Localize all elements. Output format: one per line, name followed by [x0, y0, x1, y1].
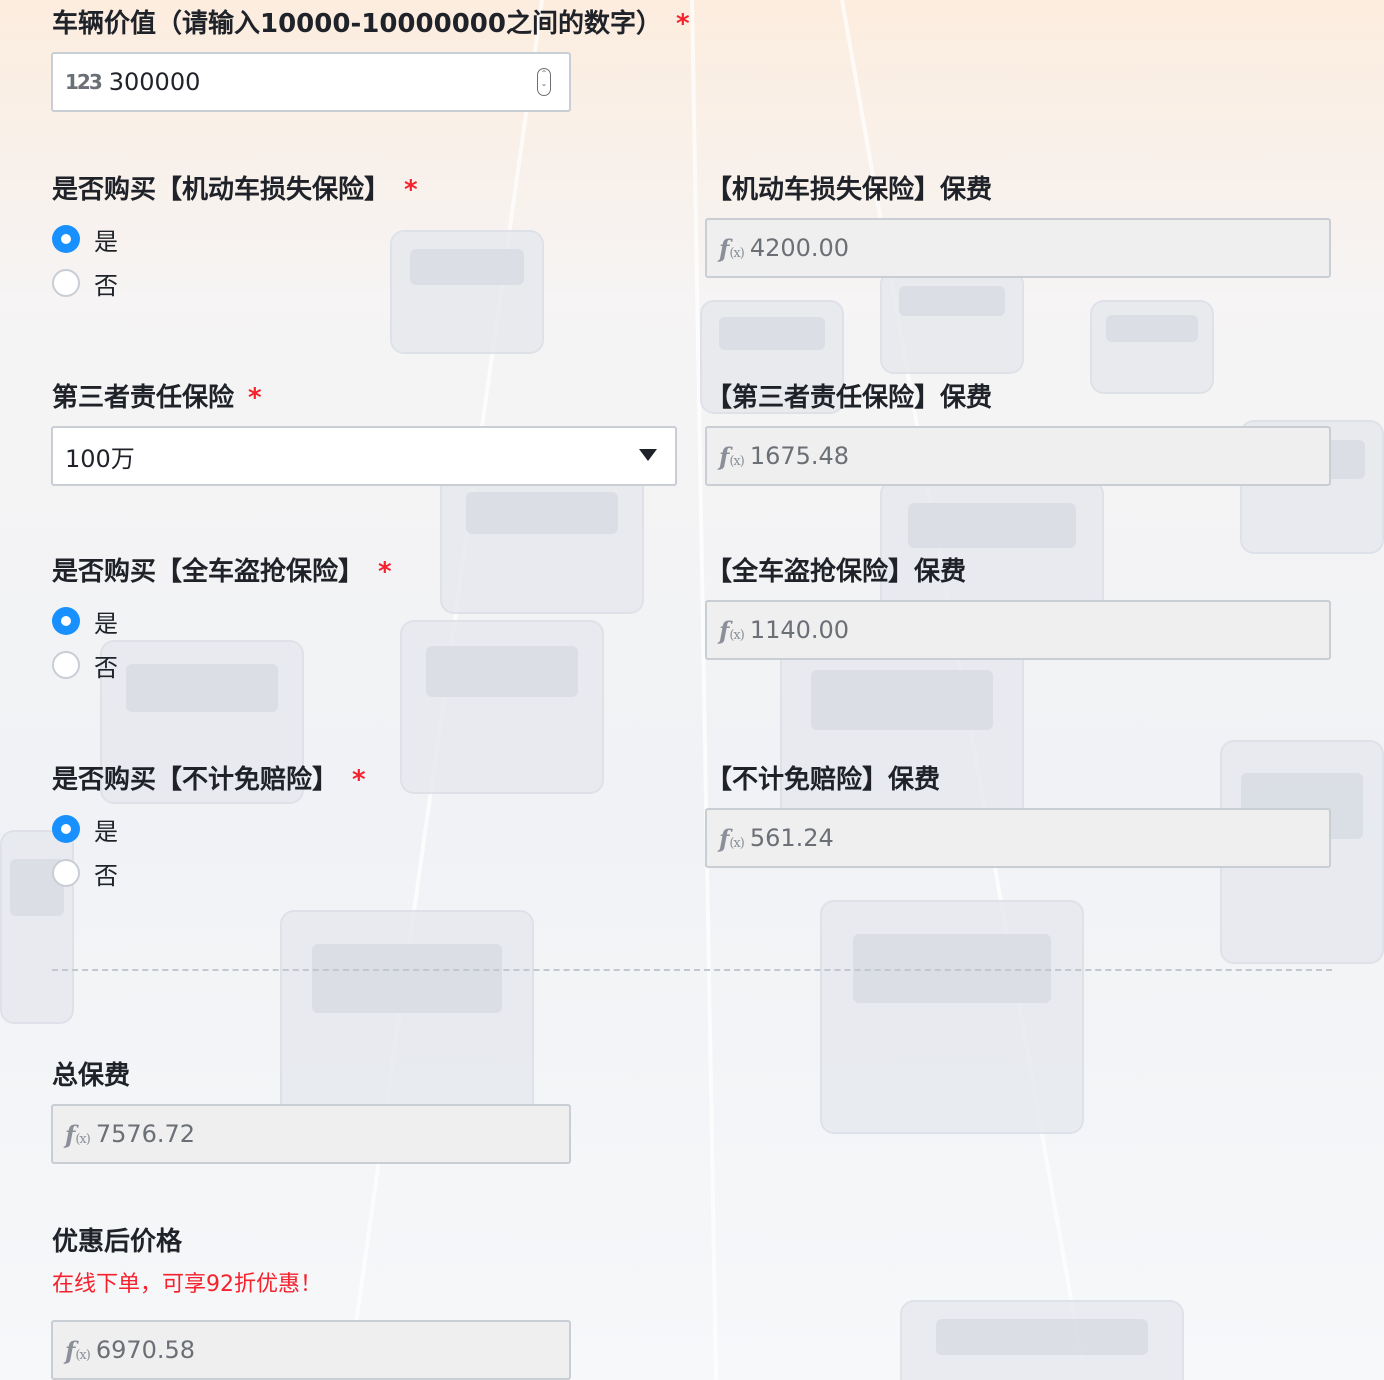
required-mark: *: [352, 765, 366, 795]
theft-option-no[interactable]: 否: [52, 645, 118, 685]
deductible-premium-label: 【不计免赔险】保费: [706, 765, 941, 795]
fx-formula-icon: f(x): [65, 1119, 91, 1149]
radio-unchecked-icon[interactable]: [52, 651, 80, 679]
third-party-selected-value: 100万: [65, 444, 135, 473]
third-party-label: 第三者责任保险 *: [52, 383, 262, 413]
required-mark: *: [404, 175, 418, 205]
section-divider: [52, 969, 1332, 971]
discount-promo-text: 在线下单，可享92折优惠！: [52, 1272, 322, 1297]
vehicle-damage-option-yes[interactable]: 是: [52, 219, 118, 259]
radio-unchecked-icon[interactable]: [52, 859, 80, 887]
deductible-option-yes[interactable]: 是: [52, 809, 118, 849]
deductible-option-no[interactable]: 否: [52, 853, 118, 893]
number-stepper-icon[interactable]: ⌃ ⌄: [537, 68, 551, 96]
fx-formula-icon: f(x): [719, 233, 745, 263]
123-number-icon: 123: [65, 70, 103, 94]
discount-price-field: f(x) 6970.58: [51, 1320, 571, 1380]
vehicle-damage-label: 是否购买【机动车损失保险】 *: [52, 175, 418, 205]
insurance-form: 车辆价值（请输入10000-10000000之间的数字） * 123 300000…: [0, 0, 1384, 1380]
total-premium-field: f(x) 7576.72: [51, 1104, 571, 1164]
radio-unchecked-icon[interactable]: [52, 269, 80, 297]
fx-formula-icon: f(x): [719, 441, 745, 471]
deductible-premium-field: f(x) 561.24: [705, 808, 1331, 868]
vehicle-damage-premium-field: f(x) 4200.00: [705, 218, 1331, 278]
required-mark: *: [675, 9, 690, 39]
third-party-premium-field: f(x) 1675.48: [705, 426, 1331, 486]
vehicle-value-text: 300000: [108, 68, 201, 96]
fx-formula-icon: f(x): [719, 823, 745, 853]
third-party-select[interactable]: 100万: [51, 426, 677, 486]
fx-formula-icon: f(x): [65, 1335, 91, 1365]
theft-premium-label: 【全车盗抢保险】保费: [706, 557, 967, 587]
third-party-premium-label: 【第三者责任保险】保费: [706, 383, 993, 413]
total-premium-label: 总保费: [52, 1061, 131, 1091]
theft-option-yes[interactable]: 是: [52, 601, 118, 641]
vehicle-value-label: 车辆价值（请输入10000-10000000之间的数字） *: [52, 9, 690, 39]
discount-price-label: 优惠后价格: [52, 1227, 183, 1257]
dropdown-arrow-icon[interactable]: [639, 449, 657, 461]
radio-checked-icon[interactable]: [52, 815, 80, 843]
theft-label: 是否购买【全车盗抢保险】 *: [52, 557, 392, 587]
radio-checked-icon[interactable]: [52, 607, 80, 635]
vehicle-damage-option-no[interactable]: 否: [52, 263, 118, 303]
fx-formula-icon: f(x): [719, 615, 745, 645]
vehicle-value-input[interactable]: 123 300000 ⌃ ⌄: [51, 52, 571, 112]
radio-checked-icon[interactable]: [52, 225, 80, 253]
vehicle-damage-premium-label: 【机动车损失保险】保费: [706, 175, 993, 205]
required-mark: *: [248, 383, 262, 413]
required-mark: *: [378, 557, 392, 587]
theft-premium-field: f(x) 1140.00: [705, 600, 1331, 660]
deductible-label: 是否购买【不计免赔险】 *: [52, 765, 366, 795]
